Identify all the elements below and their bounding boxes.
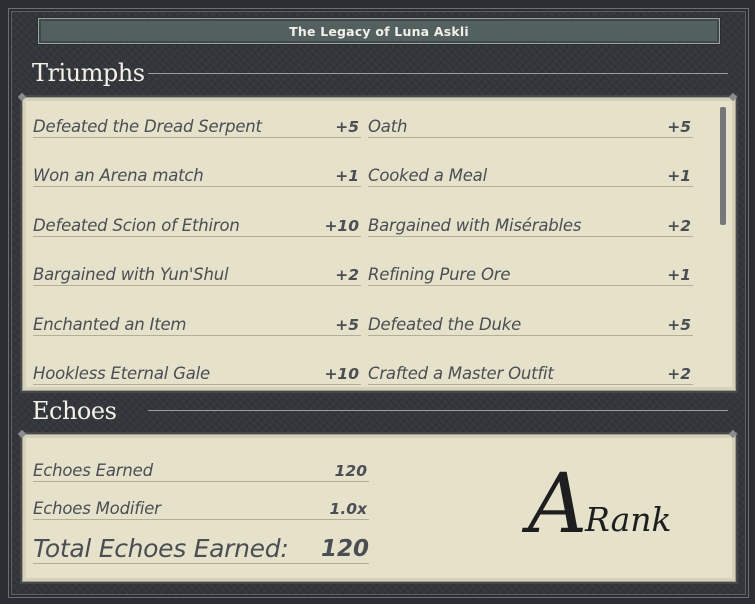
triumph-row: Defeated the Dread Serpent +5 — [33, 115, 361, 138]
triumph-row: Hookless Eternal Gale +10 — [33, 362, 361, 385]
triumph-points: +2 — [667, 365, 691, 383]
triumph-label: Bargained with Yun'Shul — [33, 265, 229, 284]
triumph-row: Refining Pure Ore +1 — [368, 263, 693, 286]
triumph-label: Bargained with Misérables — [368, 216, 582, 235]
triumph-row: Oath +5 — [368, 115, 693, 138]
total-echoes-row: Total Echoes Earned: 120 — [33, 533, 369, 564]
echoes-modifier-value: 1.0x — [329, 500, 367, 518]
triumph-points: +5 — [335, 118, 359, 136]
triumph-label: Refining Pure Ore — [368, 265, 511, 284]
echoes-earned-value: 120 — [334, 462, 367, 480]
echoes-earned-label: Echoes Earned — [33, 461, 153, 480]
triumphs-panel — [22, 97, 736, 391]
triumph-row: Enchanted an Item +5 — [33, 313, 361, 336]
title-bar: The Legacy of Luna Askli — [38, 18, 720, 44]
triumph-label: Defeated the Dread Serpent — [33, 117, 262, 136]
triumphs-title: Triumphs — [32, 59, 145, 87]
echoes-divider — [148, 410, 728, 411]
triumph-row: Bargained with Misérables +2 — [368, 214, 693, 237]
total-echoes-value: 120 — [320, 536, 369, 562]
triumph-label: Oath — [368, 117, 408, 136]
triumphs-scrollbar[interactable] — [720, 107, 726, 225]
triumph-label: Won an Arena match — [33, 166, 204, 185]
triumph-points: +5 — [667, 316, 691, 334]
rank-label: Rank — [585, 500, 672, 539]
triumphs-heading: Triumphs — [32, 56, 145, 90]
triumph-points: +5 — [667, 118, 691, 136]
echoes-modifier-row: Echoes Modifier 1.0x — [33, 497, 369, 520]
triumphs-divider — [148, 73, 728, 74]
triumph-points: +1 — [667, 266, 691, 284]
total-echoes-label: Total Echoes Earned: — [33, 534, 289, 563]
triumph-points: +10 — [324, 217, 359, 235]
triumph-points: +2 — [667, 217, 691, 235]
triumph-label: Crafted a Master Outfit — [368, 364, 554, 383]
triumph-row: Won an Arena match +1 — [33, 164, 361, 187]
triumph-row: Cooked a Meal +1 — [368, 164, 693, 187]
echoes-heading: Echoes — [32, 394, 117, 428]
rank-letter: A — [528, 457, 588, 552]
triumph-points: +5 — [335, 316, 359, 334]
triumph-points: +2 — [335, 266, 359, 284]
triumph-label: Defeated Scion of Ethiron — [33, 216, 240, 235]
triumph-label: Enchanted an Item — [33, 315, 187, 334]
echoes-title: Echoes — [32, 397, 117, 425]
triumph-points: +1 — [335, 167, 359, 185]
triumph-points: +10 — [324, 365, 359, 383]
echoes-modifier-label: Echoes Modifier — [33, 499, 161, 518]
window-title: The Legacy of Luna Askli — [289, 23, 469, 39]
triumph-row: Crafted a Master Outfit +2 — [368, 362, 693, 385]
triumph-row: Bargained with Yun'Shul +2 — [33, 263, 361, 286]
triumph-row: Defeated the Duke +5 — [368, 313, 693, 336]
triumph-row: Defeated Scion of Ethiron +10 — [33, 214, 361, 237]
triumph-label: Defeated the Duke — [368, 315, 522, 334]
triumph-label: Cooked a Meal — [368, 166, 487, 185]
echoes-earned-row: Echoes Earned 120 — [33, 459, 369, 482]
triumph-label: Hookless Eternal Gale — [33, 364, 210, 383]
triumph-points: +1 — [667, 167, 691, 185]
